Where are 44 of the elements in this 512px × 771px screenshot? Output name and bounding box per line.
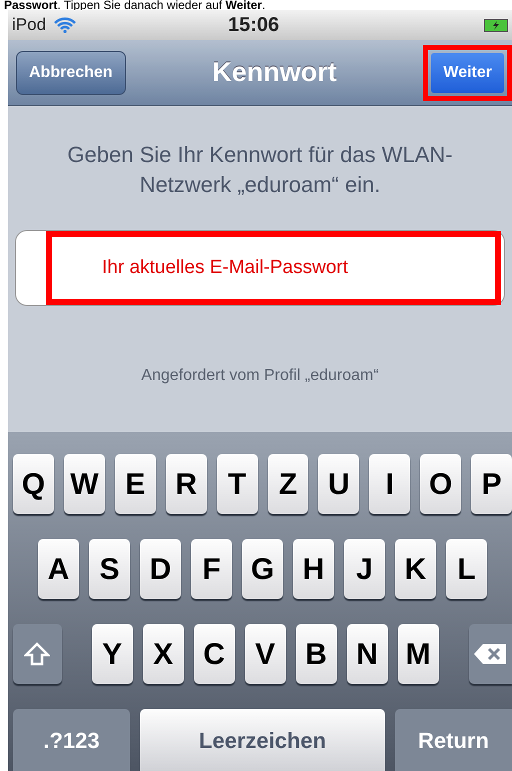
keyboard-key[interactable]: S [89, 539, 130, 599]
keyboard-key[interactable]: X [142, 624, 184, 684]
next-button[interactable]: Weiter [431, 52, 504, 92]
keyboard-key[interactable]: D [140, 539, 181, 599]
keyboard-key[interactable]: Y [92, 624, 133, 684]
battery-icon [484, 18, 508, 32]
status-time: 15:06 [228, 13, 280, 38]
nav-title: Kennwort [211, 56, 338, 90]
keyboard-key[interactable]: U [318, 454, 360, 514]
backspace-key[interactable] [468, 624, 512, 684]
keyboard-key[interactable]: K [395, 539, 436, 599]
keyboard-key[interactable]: G [242, 539, 283, 599]
return-key[interactable]: Return [395, 709, 512, 771]
device-name: iPod [12, 14, 46, 36]
keyboard-key[interactable]: O [420, 454, 462, 514]
keyboard-key[interactable]: V [244, 624, 286, 684]
cancel-button[interactable]: Abbrechen [16, 50, 126, 94]
keyboard-key[interactable]: C [194, 624, 235, 684]
shift-key[interactable] [13, 624, 62, 684]
keyboard-key[interactable]: Q [13, 454, 54, 514]
shift-arrow-icon [24, 642, 50, 666]
keyboard-key[interactable]: T [216, 454, 258, 514]
keyboard-key[interactable]: L [446, 539, 487, 599]
wifi-icon [54, 17, 76, 33]
keyboard-key[interactable]: M [398, 624, 439, 684]
keyboard-key[interactable]: E [114, 454, 156, 514]
keyboard-key[interactable]: P [471, 454, 512, 514]
keyboard-key[interactable]: I [369, 454, 410, 514]
keyboard-key[interactable]: W [64, 454, 105, 514]
keyboard-key[interactable]: H [293, 539, 334, 599]
keyboard-key[interactable]: R [166, 454, 207, 514]
keyboard-key[interactable]: Z [268, 454, 308, 514]
backspace-icon [473, 643, 508, 665]
prompt-text: Geben Sie Ihr Kennwort für das WLAN-Netzwerk „eduroam“ ein. [66, 141, 454, 199]
password-field[interactable]: Ihr aktuelles E-Mail-Passwort [46, 231, 501, 305]
keyboard-key[interactable]: J [344, 539, 385, 599]
keyboard-key[interactable]: F [191, 539, 232, 599]
space-key[interactable]: Leerzeichen [140, 709, 385, 771]
caption: Passwort. Tippen Sie danach wieder auf Weiter. [3, 0, 266, 10]
footer-text: Angefordert vom Profil „eduroam“ [141, 366, 379, 386]
keyboard-key[interactable]: N [346, 624, 388, 684]
keyboard-key[interactable]: B [296, 624, 337, 684]
keyboard-key[interactable]: A [38, 539, 79, 599]
numbers-key[interactable]: .?123 [13, 709, 130, 771]
